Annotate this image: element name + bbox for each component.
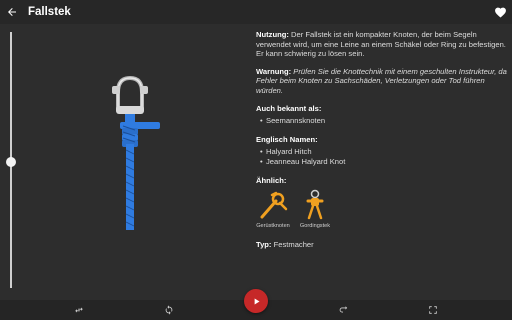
arrow-back-icon[interactable] <box>0 0 24 24</box>
app-bar: Fallstek <box>0 0 512 24</box>
similar-knot-label: Gerüstknoten <box>256 223 290 230</box>
list-item: Jeanneau Halyard Knot <box>256 157 510 167</box>
similar-knot-geruestknoten[interactable]: Gerüstknoten <box>256 189 290 230</box>
animation-slider[interactable] <box>0 24 22 294</box>
similar-knot-label: Gordingstek <box>299 223 331 230</box>
swap-horiz-icon[interactable] <box>73 304 85 316</box>
usage-paragraph: Nutzung: Der Fallstek ist ein kompakter … <box>256 30 510 59</box>
type-value: Festmacher <box>273 240 314 250</box>
page-title: Fallstek <box>28 6 71 18</box>
play-icon <box>254 298 259 304</box>
knot-illustration <box>90 70 180 240</box>
similar-knot-gordingstek[interactable]: Gordingstek <box>298 189 332 230</box>
rotate-icon[interactable] <box>163 304 175 316</box>
english-names-list: Halyard Hitch Jeanneau Halyard Knot <box>256 147 510 166</box>
usage-label: Nutzung: <box>256 30 289 39</box>
flip-icon[interactable] <box>337 304 349 316</box>
fullscreen-icon[interactable] <box>427 304 439 316</box>
list-item: Halyard Hitch <box>256 147 510 157</box>
type-label: Typ: <box>256 240 272 250</box>
info-panel: Nutzung: Der Fallstek ist ein kompakter … <box>256 30 510 250</box>
geruestknoten-thumbnail <box>260 191 288 219</box>
english-names-title: Englisch Namen: <box>256 134 318 144</box>
usage-text: Der Fallstek ist ein kompakter Knoten, d… <box>256 30 506 59</box>
heart-icon[interactable] <box>492 4 508 20</box>
gordingstek-thumbnail <box>306 189 324 220</box>
play-button[interactable] <box>244 289 268 313</box>
warning-paragraph: Warnung: Prüfen Sie die Knottechnik mit … <box>256 67 510 96</box>
warning-label: Warnung: <box>256 66 292 76</box>
aka-title: Auch bekannt als: <box>256 103 322 113</box>
slider-thumb[interactable] <box>6 157 16 167</box>
aka-list: Seemannsknoten <box>256 116 510 126</box>
list-item: Seemannsknoten <box>256 116 510 126</box>
warning-text: Prüfen Sie die Knottechnik mit einem ges… <box>256 66 507 95</box>
similar-title: Ähnlich: <box>256 175 287 185</box>
similar-knots: Gerüstknoten Gordingstek <box>256 189 510 230</box>
knot-type: Typ: Festmacher <box>256 240 510 250</box>
